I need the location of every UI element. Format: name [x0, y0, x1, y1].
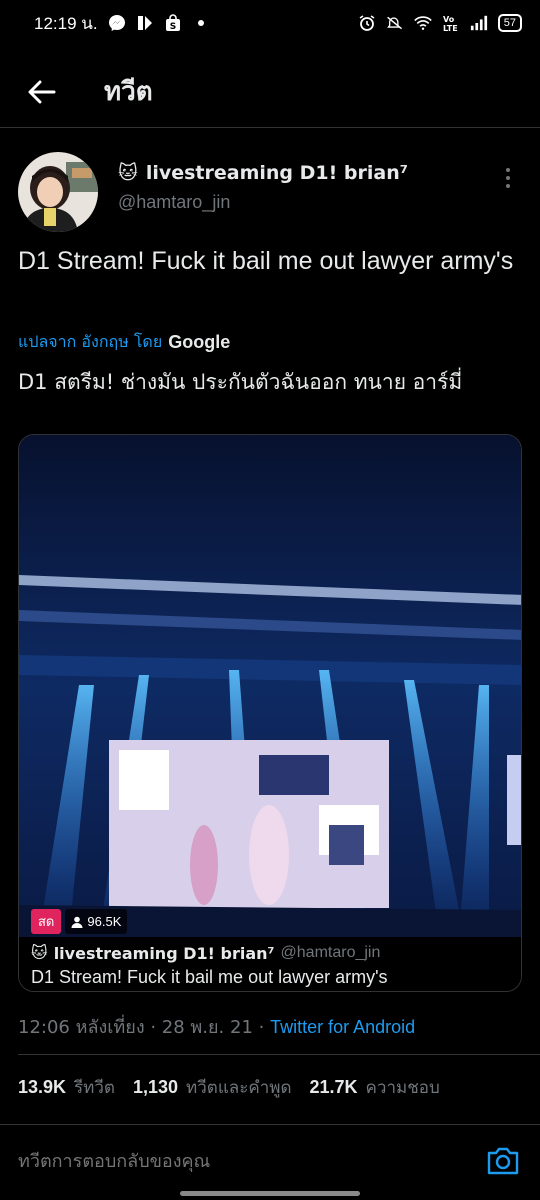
camera-button[interactable]	[486, 1145, 520, 1177]
translation-attribution[interactable]: แปลจาก อังกฤษ โดย Google	[18, 330, 230, 355]
home-indicator[interactable]	[180, 1191, 360, 1196]
quotes-stat[interactable]: 1,130 ทวีตและคำพูด	[133, 1074, 292, 1101]
volte-icon: Vo LTE	[442, 14, 460, 32]
mute-icon	[386, 14, 404, 32]
retweets-stat[interactable]: 13.9K รีทวีต	[18, 1074, 115, 1101]
reply-bar	[0, 1124, 540, 1200]
svg-text:LTE: LTE	[443, 24, 458, 32]
svg-text:S: S	[169, 22, 175, 32]
more-options-button[interactable]	[496, 164, 520, 192]
shop-icon: S	[164, 14, 182, 32]
card-text: D1 Stream! Fuck it bail me out lawyer ar…	[31, 967, 388, 987]
top-bar: ทวีต	[0, 56, 540, 128]
translated-text: D1 สตรีม! ช่างมัน ประกันตัวฉันออก ทนาย อ…	[18, 370, 463, 394]
card-author-name: livestreaming D1! brian⁷	[53, 943, 275, 963]
tweet-timestamp: 12:06 หลังเที่ยง · 28 พ.ย. 21 · Twitter …	[18, 1012, 415, 1041]
arrow-left-icon	[28, 80, 56, 103]
divider	[18, 1054, 540, 1055]
alarm-icon	[358, 14, 376, 32]
live-video-thumbnail[interactable]	[19, 435, 521, 937]
reply-input[interactable]	[18, 1151, 418, 1172]
media-icon	[136, 14, 154, 32]
more-dot-icon	[506, 168, 510, 172]
like-count: 21.7K	[309, 1077, 358, 1097]
tweet-stats: 13.9K รีทวีต 1,130 ทวีตและคำพูด 21.7K คว…	[18, 1074, 440, 1101]
person-icon	[71, 916, 83, 928]
live-badges: สด 96.5K	[31, 909, 128, 934]
cat-emoji-icon: 🐱	[31, 945, 48, 962]
retweet-label: รีทวีต	[74, 1078, 115, 1098]
user-handle[interactable]: @hamtaro_jin	[118, 192, 408, 213]
status-time: 12:19 น.	[34, 13, 98, 33]
quote-count: 1,130	[132, 1077, 179, 1097]
svg-text:Vo: Vo	[443, 15, 455, 24]
tweet-source-link[interactable]: Twitter for Android	[270, 1017, 415, 1037]
live-badge: สด	[31, 909, 62, 934]
status-bar: 12:19 น. S Vo LTE 57	[0, 0, 540, 46]
display-name[interactable]: livestreaming D1! brian⁷	[146, 162, 408, 184]
timestamp-text: 12:06 หลังเที่ยง · 28 พ.ย. 21 ·	[18, 1017, 271, 1038]
viewer-count-badge: 96.5K	[65, 909, 128, 934]
messenger-icon	[108, 14, 126, 32]
more-dot-icon	[506, 176, 510, 180]
wifi-icon	[413, 14, 432, 32]
likes-stat[interactable]: 21.7K ความชอบ	[310, 1074, 440, 1101]
viewer-count: 96.5K	[87, 914, 122, 929]
quote-label: ทวีตและคำพูด	[186, 1078, 292, 1098]
back-button[interactable]	[18, 68, 66, 116]
camera-icon	[487, 1147, 519, 1175]
cat-emoji-icon: 🐱	[118, 162, 138, 184]
card-footer: 🐱 livestreaming D1! brian⁷ @hamtaro_jin …	[19, 937, 521, 991]
signal-icon	[470, 14, 488, 32]
page-title: ทวีต	[104, 77, 153, 107]
tweet-text: D1 Stream! Fuck it bail me out lawyer ar…	[18, 247, 514, 275]
translated-from-label: แปลจาก อังกฤษ โดย	[18, 332, 163, 351]
retweet-count: 13.9K	[18, 1077, 67, 1097]
more-dot-icon	[506, 184, 510, 188]
quoted-live-card[interactable]: สด 96.5K 🐱 livestreaming D1! brian⁷ @ham…	[18, 434, 522, 992]
card-author-handle: @hamtaro_jin	[280, 944, 381, 961]
battery-icon: 57	[497, 14, 522, 32]
avatar[interactable]	[18, 152, 98, 232]
notification-dot-icon	[192, 14, 210, 32]
like-label: ความชอบ	[365, 1078, 440, 1098]
google-logo: Google	[168, 332, 231, 352]
tweet-header: 🐱 livestreaming D1! brian⁷ @hamtaro_jin	[18, 152, 522, 232]
